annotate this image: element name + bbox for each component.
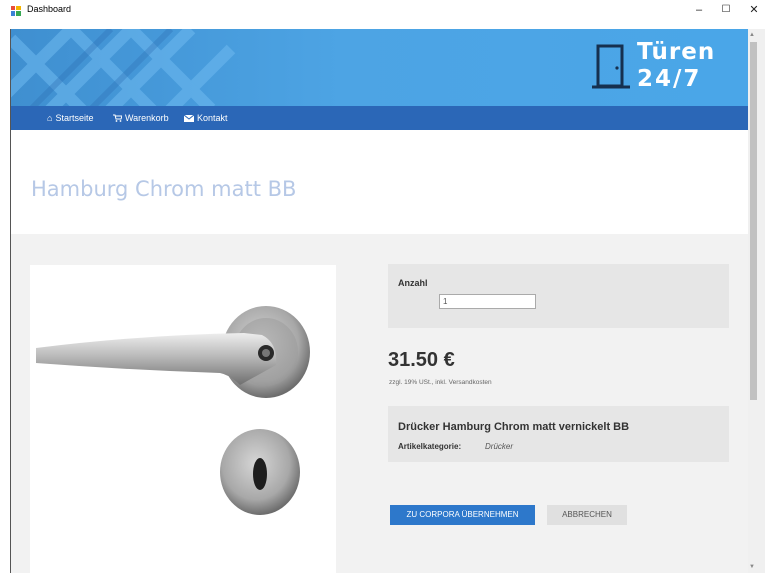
quantity-input[interactable]: 1 xyxy=(439,294,536,309)
door-icon xyxy=(592,44,630,89)
nav-item-kontakt[interactable]: Kontakt xyxy=(184,106,228,130)
quantity-label: Anzahl xyxy=(398,278,428,288)
nav-label: Warenkorb xyxy=(125,113,169,123)
logo-text-line1: Türen xyxy=(637,39,716,65)
window-title: Dashboard xyxy=(27,4,72,14)
cart-icon xyxy=(113,114,122,122)
nav-item-warenkorb[interactable]: Warenkorb xyxy=(113,106,169,130)
nav-bar: ⌂ Startseite Warenkorb Kontakt xyxy=(11,106,748,130)
scroll-down-arrow-icon[interactable]: ▼ xyxy=(748,561,765,573)
page-title: Hamburg Chrom matt BB xyxy=(31,177,297,201)
title-section: Hamburg Chrom matt BB xyxy=(11,130,748,234)
app-icon xyxy=(11,6,21,16)
add-to-corpora-button[interactable]: ZU CORPORA ÜBERNEHMEN xyxy=(390,505,535,525)
category-value: Drücker xyxy=(485,442,514,451)
home-icon: ⌂ xyxy=(47,113,53,123)
scroll-up-arrow-icon[interactable]: ▲ xyxy=(748,29,765,41)
price-note: zzgl. 19% USt., inkl. Versandkosten xyxy=(389,379,492,386)
application-window: Dashboard – ☐ ✕ Türen 24/7 ⌂ Startseite … xyxy=(0,0,765,573)
close-button[interactable]: ✕ xyxy=(740,0,765,22)
product-content: Anzahl 1 31.50 € zzgl. 19% USt., inkl. V… xyxy=(11,234,748,573)
nav-item-startseite[interactable]: ⌂ Startseite xyxy=(47,106,93,130)
cancel-button[interactable]: ABBRECHEN xyxy=(547,505,627,525)
category-label: Artikelkategorie: xyxy=(398,442,462,451)
product-info-panel: Drücker Hamburg Chrom matt vernickelt BB… xyxy=(388,406,729,462)
title-bar: Dashboard – ☐ ✕ xyxy=(0,0,765,22)
envelope-icon xyxy=(184,115,194,122)
maximize-button[interactable]: ☐ xyxy=(712,0,740,22)
nav-label: Startseite xyxy=(55,113,94,123)
scrollbar-thumb[interactable] xyxy=(750,42,757,400)
header-banner: Türen 24/7 xyxy=(11,29,748,106)
vertical-scrollbar[interactable]: ▲ ▼ xyxy=(748,29,765,573)
brand-logo: Türen 24/7 xyxy=(592,38,748,98)
minimize-button[interactable]: – xyxy=(685,0,713,22)
product-name: Drücker Hamburg Chrom matt vernickelt BB xyxy=(398,421,630,433)
logo-text-line2: 24/7 xyxy=(637,66,702,92)
door-handle-image xyxy=(36,306,310,515)
price: 31.50 € xyxy=(388,349,455,371)
quantity-panel: Anzahl 1 xyxy=(388,264,729,328)
nav-label: Kontakt xyxy=(197,113,228,123)
product-image xyxy=(30,265,336,573)
